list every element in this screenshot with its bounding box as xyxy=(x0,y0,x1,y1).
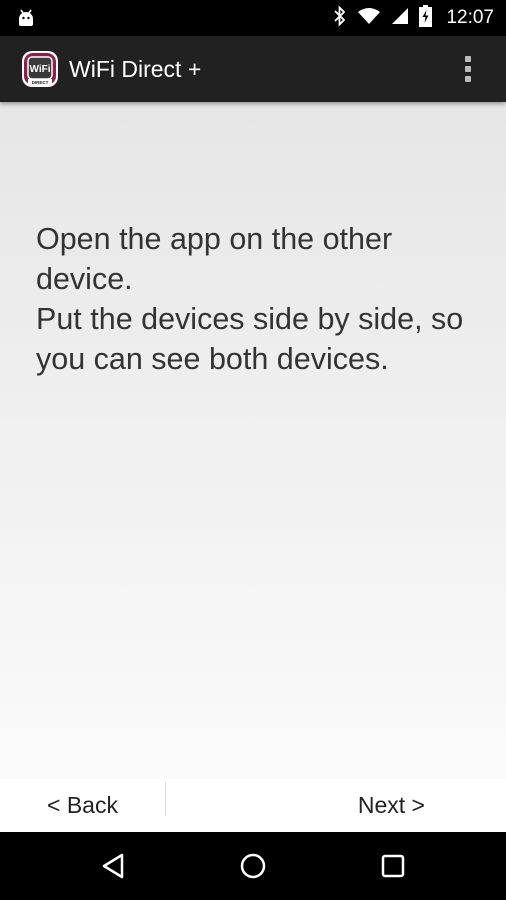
phone-screen: 12:07 WiFi DIRECT WiFi Direct + Open the… xyxy=(0,0,506,900)
home-circle-icon[interactable] xyxy=(233,846,273,886)
overflow-dot xyxy=(465,56,471,62)
instruction-line: Put the devices side by side, so you can… xyxy=(36,302,464,376)
status-bar: 12:07 xyxy=(0,0,506,36)
back-button[interactable]: < Back xyxy=(0,779,165,832)
overflow-menu-button[interactable] xyxy=(456,53,480,85)
recents-square-icon[interactable] xyxy=(373,846,413,886)
battery-charging-icon xyxy=(419,4,433,32)
next-button[interactable]: Next > xyxy=(166,779,506,832)
overflow-dot xyxy=(465,76,471,82)
status-time: 12:07 xyxy=(446,7,494,28)
instruction-line: Open the app on the other device. xyxy=(36,222,393,296)
app-logo-icon: WiFi DIRECT xyxy=(21,50,59,88)
wifi-icon xyxy=(357,7,381,30)
bluetooth-icon xyxy=(333,4,347,32)
status-icons: 12:07 xyxy=(333,0,494,36)
button-bar: < Back Next > xyxy=(0,779,506,832)
android-debug-icon xyxy=(14,6,38,30)
main-content: Open the app on the other device. Put th… xyxy=(0,102,506,779)
app-title: WiFi Direct + xyxy=(69,56,202,82)
instruction-text: Open the app on the other device. Put th… xyxy=(36,219,486,379)
overflow-dot xyxy=(465,66,471,72)
back-triangle-icon[interactable] xyxy=(93,846,133,886)
app-bar: WiFi DIRECT WiFi Direct + xyxy=(0,36,506,102)
system-nav-bar xyxy=(0,832,506,900)
svg-text:DIRECT: DIRECT xyxy=(32,80,49,85)
svg-text:WiFi: WiFi xyxy=(29,64,50,75)
cell-signal-icon xyxy=(391,7,409,30)
